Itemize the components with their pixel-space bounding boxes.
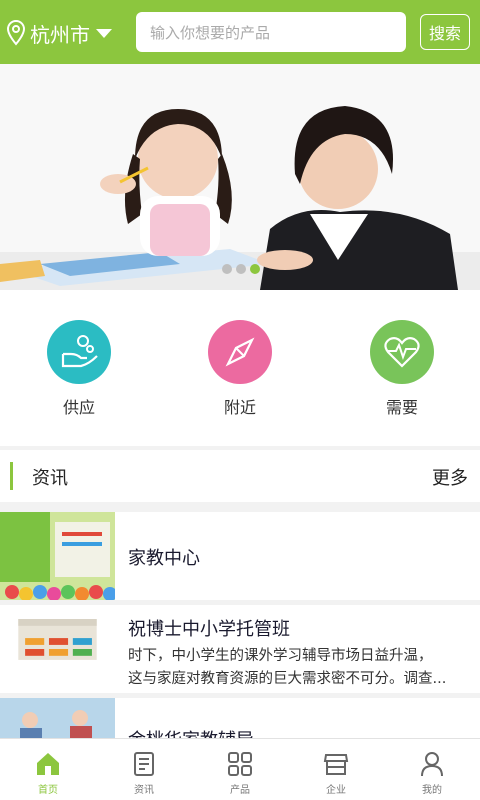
news-title: 金桃华家教辅导 [128,726,254,738]
tab-label: 首页 [38,785,58,796]
carousel-dot[interactable] [236,264,246,274]
search-input[interactable]: 输入你想要的产品 [136,12,406,52]
tab-label: 资讯 [134,785,154,796]
location-pin-icon [6,20,26,46]
news-item[interactable]: 祝博士中小学托管班 时下，中小学生的课外学习辅导市场日益升温， 这与家庭对教育资… [0,605,480,693]
bottom-tab-bar: 首页 资讯 产品 企业 我的 [0,738,480,800]
quick-action-nearby[interactable]: 附近 [200,320,280,418]
tab-products[interactable]: 产品 [192,739,288,800]
tab-news[interactable]: 资讯 [96,739,192,800]
tab-home[interactable]: 首页 [0,739,96,800]
section-accent-bar [10,462,13,490]
news-thumbnail [18,619,97,660]
carousel-dot[interactable] [222,264,232,274]
news-title: 祝博士中小学托管班 [128,619,290,640]
news-icon [134,752,154,776]
quick-action-label: 需要 [385,398,418,417]
tab-company[interactable]: 企业 [288,739,384,800]
city-selector[interactable]: 杭州市 [6,18,112,48]
banner-carousel[interactable] [0,64,480,290]
section-title: 资讯 [32,468,68,489]
more-link[interactable]: 更多 [432,464,468,490]
chevron-down-icon [96,28,112,38]
company-icon [323,754,349,775]
compass-icon [208,320,272,384]
tab-label: 我的 [422,785,442,796]
quick-actions: 供应 附近 需要 [0,290,480,446]
tab-label: 产品 [230,785,250,796]
top-bar: 杭州市 输入你想要的产品 搜索 [0,0,480,64]
heart-pulse-icon [370,320,434,384]
tab-mine[interactable]: 我的 [384,739,480,800]
news-desc-line-1: 时下，中小学生的课外学习辅导市场日益升温， [128,648,433,664]
news-desc-line-2: 这与家庭对教育资源的巨大需求密不可分。调查... [128,671,447,687]
supply-hand-icon [47,320,111,384]
quick-action-label: 附近 [223,398,256,417]
carousel-dot-active[interactable] [250,264,260,274]
grid-icon [228,752,252,776]
news-item[interactable]: 金桃华家教辅导 [0,698,480,738]
quick-action-supply[interactable]: 供应 [39,320,119,418]
tab-label: 企业 [326,785,346,796]
banner-image [0,64,480,290]
quick-action-label: 供应 [62,398,95,417]
quick-action-need[interactable]: 需要 [362,320,442,418]
news-title: 家教中心 [128,548,200,569]
carousel-indicator [222,264,260,274]
news-thumbnail [0,698,115,738]
news-section-header: 资讯 更多 [0,450,480,502]
search-button[interactable]: 搜索 [420,14,470,50]
city-name: 杭州市 [30,22,90,47]
news-thumbnail [0,512,115,600]
home-icon [37,753,59,775]
user-icon [421,752,443,777]
news-item[interactable]: 家教中心 [0,512,480,600]
